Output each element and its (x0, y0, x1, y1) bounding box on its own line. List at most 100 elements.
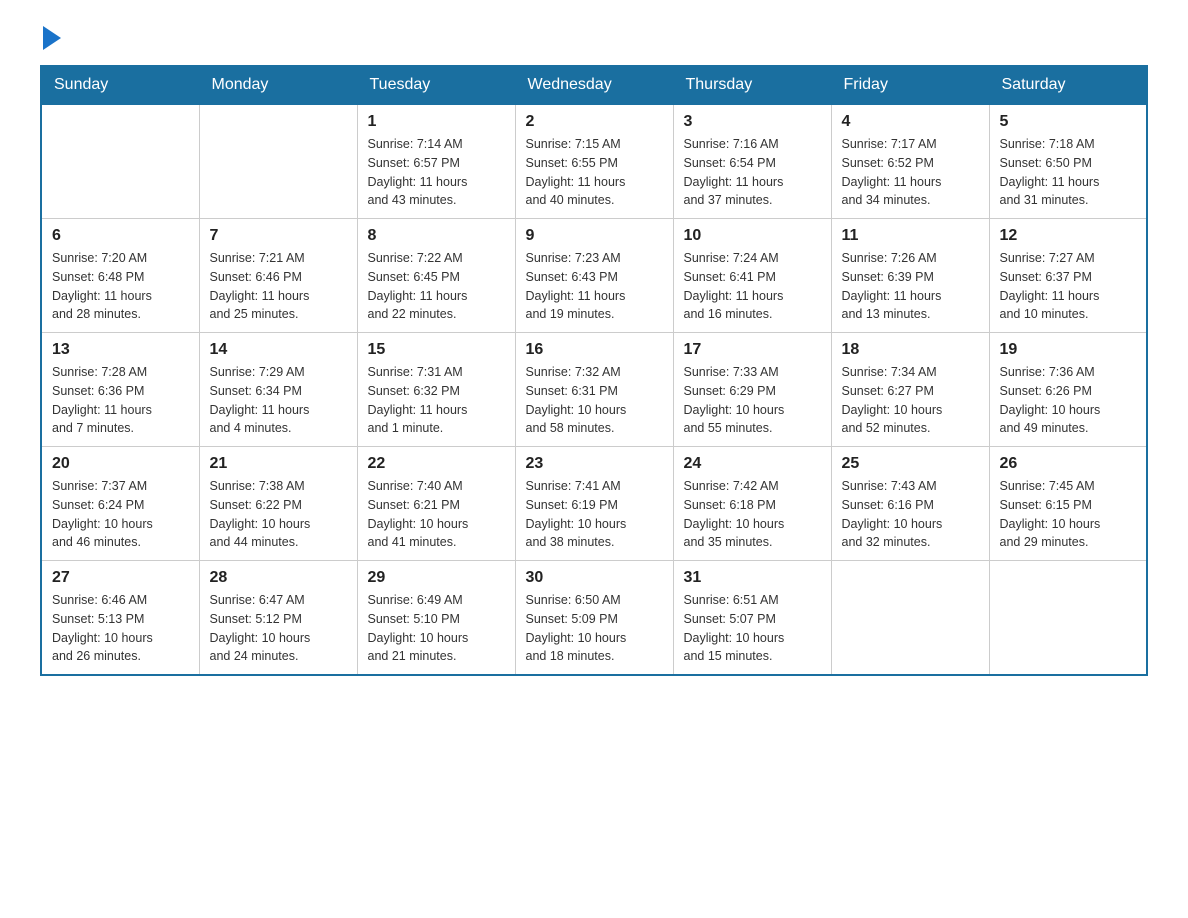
day-number: 24 (684, 455, 821, 473)
day-info: Sunrise: 7:37 AM Sunset: 6:24 PM Dayligh… (52, 477, 189, 552)
day-info: Sunrise: 7:21 AM Sunset: 6:46 PM Dayligh… (210, 249, 347, 324)
day-number: 5 (1000, 113, 1137, 131)
calendar-cell: 26Sunrise: 7:45 AM Sunset: 6:15 PM Dayli… (989, 447, 1147, 561)
calendar-cell: 31 Sunrise: 6:51 AM Sunset: 5:07 PM Dayli… (673, 561, 831, 676)
calendar-header-wednesday: Wednesday (515, 66, 673, 105)
day-info: Sunrise: 7:20 AM Sunset: 6:48 PM Dayligh… (52, 249, 189, 324)
calendar-week-2: 6 Sunrise: 7:20 AM Sunset: 6:48 PM Daylig… (41, 219, 1147, 333)
calendar-week-3: 13Sunrise: 7:28 AM Sunset: 6:36 PM Dayli… (41, 333, 1147, 447)
calendar-header-saturday: Saturday (989, 66, 1147, 105)
calendar-cell: 19Sunrise: 7:36 AM Sunset: 6:26 PM Dayli… (989, 333, 1147, 447)
day-number: 9 (526, 227, 663, 245)
calendar-cell: 7 Sunrise: 7:21 AM Sunset: 6:46 PM Daylig… (199, 219, 357, 333)
day-info: Sunrise: 7:34 AM Sunset: 6:27 PM Dayligh… (842, 363, 979, 438)
calendar-cell: 6 Sunrise: 7:20 AM Sunset: 6:48 PM Daylig… (41, 219, 199, 333)
calendar-cell: 15 Sunrise: 7:31 AM Sunset: 6:32 PM Dayli… (357, 333, 515, 447)
calendar-cell: 16 Sunrise: 7:32 AM Sunset: 6:31 PM Dayli… (515, 333, 673, 447)
day-info: Sunrise: 7:32 AM Sunset: 6:31 PM Dayligh… (526, 363, 663, 438)
day-number: 7 (210, 227, 347, 245)
day-info: Sunrise: 7:31 AM Sunset: 6:32 PM Dayligh… (368, 363, 505, 438)
day-number: 22 (368, 455, 505, 473)
day-number: 25 (842, 455, 979, 473)
calendar-week-4: 20 Sunrise: 7:37 AM Sunset: 6:24 PM Dayli… (41, 447, 1147, 561)
day-number: 18 (842, 341, 979, 359)
calendar-cell: 27 Sunrise: 6:46 AM Sunset: 5:13 PM Dayli… (41, 561, 199, 676)
day-number: 30 (526, 569, 663, 587)
calendar-cell: 29 Sunrise: 6:49 AM Sunset: 5:10 PM Dayli… (357, 561, 515, 676)
day-number: 23 (526, 455, 663, 473)
day-number: 2 (526, 113, 663, 131)
calendar-cell: 2 Sunrise: 7:15 AM Sunset: 6:55 PM Daylig… (515, 105, 673, 219)
calendar-cell: 17 Sunrise: 7:33 AM Sunset: 6:29 PM Dayli… (673, 333, 831, 447)
calendar-cell (989, 561, 1147, 676)
day-number: 27 (52, 569, 189, 587)
day-info: Sunrise: 7:26 AM Sunset: 6:39 PM Dayligh… (842, 249, 979, 324)
day-info: Sunrise: 7:29 AM Sunset: 6:34 PM Dayligh… (210, 363, 347, 438)
day-number: 10 (684, 227, 821, 245)
day-number: 4 (842, 113, 979, 131)
day-number: 8 (368, 227, 505, 245)
day-info: Sunrise: 7:16 AM Sunset: 6:54 PM Dayligh… (684, 135, 821, 210)
calendar-cell: 25 Sunrise: 7:43 AM Sunset: 6:16 PM Dayli… (831, 447, 989, 561)
day-info: Sunrise: 7:41 AM Sunset: 6:19 PM Dayligh… (526, 477, 663, 552)
day-info: Sunrise: 7:23 AM Sunset: 6:43 PM Dayligh… (526, 249, 663, 324)
calendar-cell: 1 Sunrise: 7:14 AM Sunset: 6:57 PM Daylig… (357, 105, 515, 219)
calendar-cell: 21Sunrise: 7:38 AM Sunset: 6:22 PM Dayli… (199, 447, 357, 561)
calendar-cell (199, 105, 357, 219)
day-info: Sunrise: 7:24 AM Sunset: 6:41 PM Dayligh… (684, 249, 821, 324)
calendar-header-sunday: Sunday (41, 66, 199, 105)
calendar-cell: 30 Sunrise: 6:50 AM Sunset: 5:09 PM Dayli… (515, 561, 673, 676)
day-info: Sunrise: 7:42 AM Sunset: 6:18 PM Dayligh… (684, 477, 821, 552)
day-number: 20 (52, 455, 189, 473)
day-number: 21 (210, 455, 347, 473)
calendar-header-monday: Monday (199, 66, 357, 105)
day-number: 29 (368, 569, 505, 587)
calendar-week-5: 27 Sunrise: 6:46 AM Sunset: 5:13 PM Dayli… (41, 561, 1147, 676)
logo-arrow-icon (43, 26, 61, 50)
day-number: 14 (210, 341, 347, 359)
calendar-cell: 18 Sunrise: 7:34 AM Sunset: 6:27 PM Dayli… (831, 333, 989, 447)
day-info: Sunrise: 6:50 AM Sunset: 5:09 PM Dayligh… (526, 591, 663, 666)
calendar-cell: 24 Sunrise: 7:42 AM Sunset: 6:18 PM Dayli… (673, 447, 831, 561)
day-info: Sunrise: 7:17 AM Sunset: 6:52 PM Dayligh… (842, 135, 979, 210)
day-number: 6 (52, 227, 189, 245)
calendar-cell: 23 Sunrise: 7:41 AM Sunset: 6:19 PM Dayli… (515, 447, 673, 561)
day-number: 15 (368, 341, 505, 359)
calendar-header-row: SundayMondayTuesdayWednesdayThursdayFrid… (41, 66, 1147, 105)
day-info: Sunrise: 6:51 AM Sunset: 5:07 PM Dayligh… (684, 591, 821, 666)
calendar-cell: 5 Sunrise: 7:18 AM Sunset: 6:50 PM Daylig… (989, 105, 1147, 219)
day-number: 31 (684, 569, 821, 587)
day-number: 11 (842, 227, 979, 245)
calendar-cell: 11 Sunrise: 7:26 AM Sunset: 6:39 PM Dayli… (831, 219, 989, 333)
day-number: 17 (684, 341, 821, 359)
logo (40, 30, 61, 50)
calendar-cell: 14 Sunrise: 7:29 AM Sunset: 6:34 PM Dayli… (199, 333, 357, 447)
day-info: Sunrise: 6:46 AM Sunset: 5:13 PM Dayligh… (52, 591, 189, 666)
day-info: Sunrise: 7:14 AM Sunset: 6:57 PM Dayligh… (368, 135, 505, 210)
day-number: 12 (1000, 227, 1137, 245)
calendar-cell: 10 Sunrise: 7:24 AM Sunset: 6:41 PM Dayli… (673, 219, 831, 333)
day-number: 19 (1000, 341, 1137, 359)
calendar-cell: 4 Sunrise: 7:17 AM Sunset: 6:52 PM Daylig… (831, 105, 989, 219)
day-number: 3 (684, 113, 821, 131)
calendar-cell: 13Sunrise: 7:28 AM Sunset: 6:36 PM Dayli… (41, 333, 199, 447)
day-number: 16 (526, 341, 663, 359)
day-info: Sunrise: 7:15 AM Sunset: 6:55 PM Dayligh… (526, 135, 663, 210)
calendar-table: SundayMondayTuesdayWednesdayThursdayFrid… (40, 65, 1148, 676)
calendar-cell (41, 105, 199, 219)
day-info: Sunrise: 7:18 AM Sunset: 6:50 PM Dayligh… (1000, 135, 1137, 210)
calendar-cell: 8 Sunrise: 7:22 AM Sunset: 6:45 PM Daylig… (357, 219, 515, 333)
day-info: Sunrise: 7:28 AM Sunset: 6:36 PM Dayligh… (52, 363, 189, 438)
day-info: Sunrise: 6:47 AM Sunset: 5:12 PM Dayligh… (210, 591, 347, 666)
day-info: Sunrise: 7:33 AM Sunset: 6:29 PM Dayligh… (684, 363, 821, 438)
day-info: Sunrise: 7:27 AM Sunset: 6:37 PM Dayligh… (1000, 249, 1137, 324)
day-number: 1 (368, 113, 505, 131)
day-info: Sunrise: 7:43 AM Sunset: 6:16 PM Dayligh… (842, 477, 979, 552)
page-header (40, 30, 1148, 50)
day-info: Sunrise: 6:49 AM Sunset: 5:10 PM Dayligh… (368, 591, 505, 666)
day-info: Sunrise: 7:22 AM Sunset: 6:45 PM Dayligh… (368, 249, 505, 324)
day-info: Sunrise: 7:40 AM Sunset: 6:21 PM Dayligh… (368, 477, 505, 552)
calendar-week-1: 1 Sunrise: 7:14 AM Sunset: 6:57 PM Daylig… (41, 105, 1147, 219)
calendar-cell: 22 Sunrise: 7:40 AM Sunset: 6:21 PM Dayli… (357, 447, 515, 561)
calendar-header-friday: Friday (831, 66, 989, 105)
